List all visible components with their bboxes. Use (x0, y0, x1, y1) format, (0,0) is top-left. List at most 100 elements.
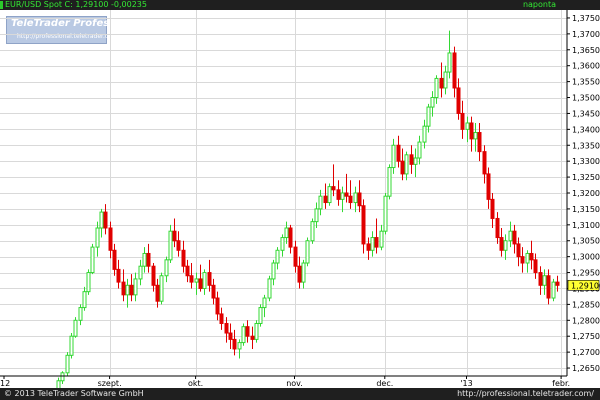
candle (262, 294, 267, 318)
x-tick-label: nov. (286, 379, 303, 388)
candle (142, 247, 147, 273)
candle (499, 228, 504, 257)
y-tick-label: 1,30000 (572, 253, 600, 262)
y-tick-label: 1,37000 (572, 30, 600, 39)
candle (284, 221, 289, 244)
candle (90, 243, 95, 275)
candle (383, 193, 388, 235)
candle (155, 278, 160, 308)
price-chart[interactable]: 1,37500 1,37000 1,36500 1,36000 1,35500 1,350… (0, 10, 600, 388)
candle (103, 204, 108, 235)
candle (344, 173, 349, 203)
candle (73, 317, 78, 338)
instrument-quote: EUR/USD Spot C: 1,29100 -0,00235 (5, 0, 147, 10)
candle (310, 218, 315, 244)
candle (146, 243, 151, 273)
candle (314, 202, 319, 229)
candle (503, 234, 508, 260)
y-tick-label: 1,31000 (572, 221, 600, 230)
candle (159, 272, 164, 305)
candle (219, 307, 224, 330)
y-tick-label: 1,33000 (572, 157, 600, 166)
candle (520, 247, 525, 273)
y-tick-label: 1,34500 (572, 109, 600, 118)
candle (340, 186, 345, 213)
x-tick-label: szept. (98, 379, 122, 388)
y-tick-label: 1,35500 (572, 78, 600, 87)
candle (60, 371, 65, 384)
x-tick-label: '13 (460, 379, 472, 388)
candle (370, 231, 375, 257)
candle (456, 78, 461, 120)
candle (400, 148, 405, 181)
chart-header-bar: EUR/USD Spot C: 1,29100 -0,00235 naponta (0, 0, 600, 10)
candle (228, 323, 233, 349)
candle (495, 212, 500, 244)
candle (443, 65, 448, 95)
candle (297, 256, 302, 289)
candle (232, 329, 237, 356)
candle (379, 224, 384, 251)
candle (275, 247, 280, 270)
footer-website-link[interactable]: http://professional.teletrader.com/ (457, 388, 594, 400)
candle (194, 272, 199, 295)
last-prefix: C: (64, 0, 73, 9)
y-tick-label: 1,33500 (572, 141, 600, 150)
candle (486, 167, 491, 209)
candle (404, 151, 409, 181)
candle (357, 180, 362, 213)
candle (211, 278, 216, 305)
candle (465, 116, 470, 143)
candle (288, 224, 293, 254)
candle (69, 333, 74, 359)
candle (202, 269, 207, 295)
candle (469, 116, 474, 152)
candle (353, 186, 358, 213)
candle (430, 91, 435, 117)
y-tick-label: 1,29500 (572, 269, 600, 278)
candle (207, 259, 212, 292)
y-tick-label: 1,30500 (572, 237, 600, 246)
candle (447, 30, 452, 79)
candle (348, 180, 353, 209)
y-tick-label: 1,32500 (572, 173, 600, 182)
candle (151, 263, 156, 292)
series-color-marker (0, 1, 3, 9)
candle (529, 240, 534, 270)
candle (133, 272, 138, 302)
candle (56, 377, 61, 388)
candle (99, 208, 104, 238)
copyright-text: © 2013 TeleTrader Software GmbH (4, 389, 144, 398)
candle (374, 218, 379, 254)
candle (422, 119, 427, 149)
candle (86, 269, 91, 295)
candle (237, 339, 242, 359)
candle (301, 259, 306, 289)
candle (271, 259, 276, 286)
y-tick-label: 1,34000 (572, 125, 600, 134)
candle (293, 240, 298, 273)
y-tick-label: 1,36500 (572, 46, 600, 55)
y-tick-label: 1,35000 (572, 94, 600, 103)
y-tick-label: 1,27000 (572, 348, 600, 357)
candle (245, 320, 250, 343)
y-tick-label: 1,32000 (572, 189, 600, 198)
candle (112, 243, 117, 276)
candle (129, 274, 134, 302)
y-tick-label: 1,28000 (572, 316, 600, 325)
y-tick-label: 1,26500 (572, 364, 600, 373)
period-label[interactable]: naponta (523, 0, 556, 10)
candle (477, 122, 482, 162)
candle (413, 148, 418, 178)
y-tick-label: 1,31500 (572, 205, 600, 214)
candle (95, 221, 100, 257)
candle (82, 286, 87, 311)
candle (439, 62, 444, 98)
candle (331, 164, 336, 197)
candle (490, 193, 495, 229)
last-price-label: 1,29100 (567, 279, 600, 291)
last-price-value: 1,29100 (571, 281, 600, 290)
y-tick-label: 1,37500 (572, 14, 600, 23)
candle (460, 100, 465, 139)
candle (185, 259, 190, 283)
